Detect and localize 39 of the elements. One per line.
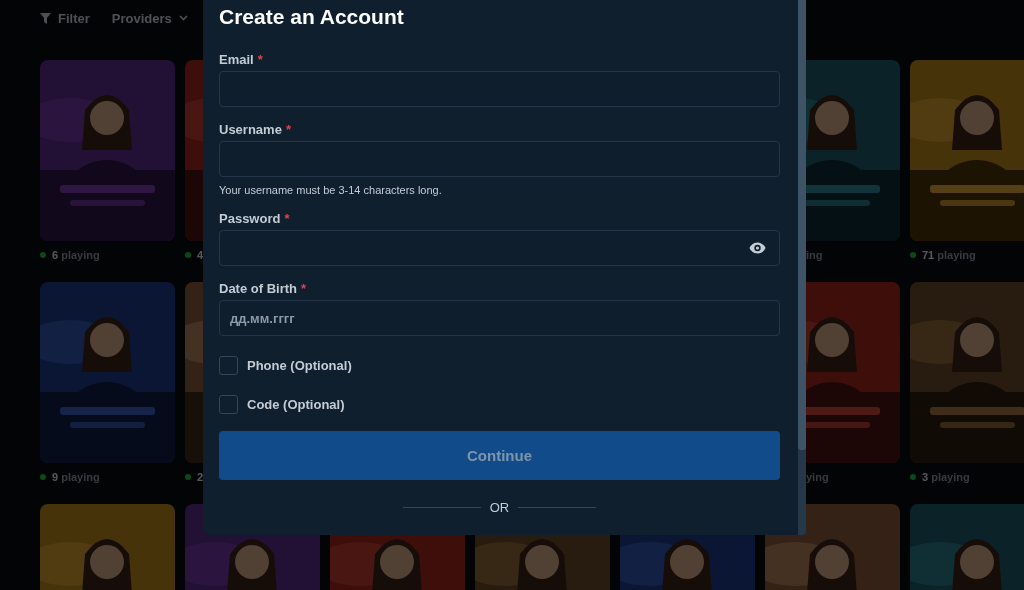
field-label: Email <box>219 52 254 68</box>
divider-text: OR <box>489 500 510 515</box>
field-label: Username <box>219 122 282 138</box>
player-count: 9 playing <box>52 471 100 483</box>
status-dot <box>40 252 46 258</box>
field-label: Password <box>219 211 281 227</box>
player-count: ing <box>806 249 823 261</box>
player-count: 3 playing <box>922 471 970 483</box>
filter-button[interactable]: Filter <box>40 10 90 26</box>
field-label: Date of Birth <box>219 281 297 297</box>
status-dot <box>910 252 916 258</box>
required-mark: * <box>257 52 263 68</box>
field-hint: Your username must be 3-14 characters long. <box>219 184 443 196</box>
password-field[interactable] <box>219 230 780 266</box>
required-mark: * <box>284 211 290 227</box>
player-count: ying <box>806 471 829 483</box>
checkbox[interactable] <box>219 356 238 375</box>
providers-dropdown[interactable]: Providers <box>111 10 188 26</box>
dialog-title: Create an Account <box>219 4 405 30</box>
status-dot <box>185 252 191 258</box>
eye-icon[interactable] <box>749 242 766 254</box>
required-mark: * <box>301 281 307 297</box>
player-count: 6 playing <box>52 249 100 261</box>
username-field[interactable] <box>219 141 780 177</box>
status-dot <box>185 474 191 480</box>
status-dot <box>40 474 46 480</box>
email-field[interactable] <box>219 71 780 107</box>
player-count: 71 playing <box>922 249 976 261</box>
filter-icon <box>40 12 51 24</box>
required-mark: * <box>285 122 291 138</box>
scrollbar[interactable] <box>798 0 806 535</box>
status-dot <box>910 474 916 480</box>
player-count: 2 <box>197 471 204 483</box>
checkbox[interactable] <box>219 395 238 414</box>
player-count: 4 <box>197 249 204 261</box>
date-field[interactable]: дд.мм.гггг <box>219 300 780 336</box>
checkbox-label: Phone (Optional) <box>247 358 352 373</box>
checkbox-label: Code (Optional) <box>247 397 345 412</box>
chevron-down-icon <box>178 15 188 21</box>
